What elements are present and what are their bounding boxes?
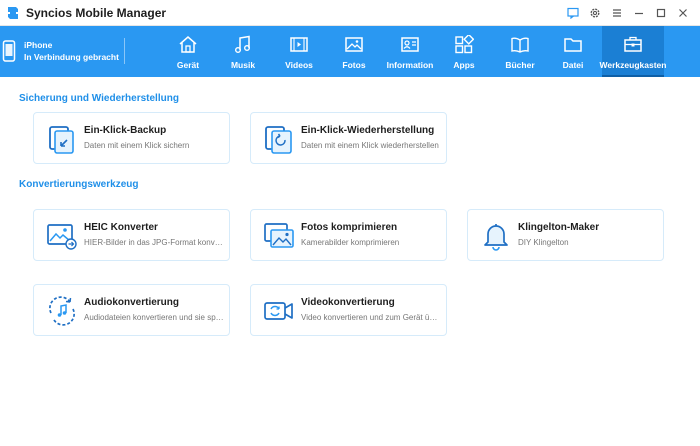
toolbox-icon <box>622 34 644 54</box>
backup-icon <box>49 126 74 154</box>
tab-label: Fotos <box>342 60 366 70</box>
card-audio-conversion[interactable]: Audiokonvertierung Audiodateien konverti… <box>33 284 230 336</box>
card-title: Klingelton-Maker <box>518 222 600 233</box>
video-convert-icon <box>264 302 293 320</box>
maximize-icon[interactable] <box>652 4 670 22</box>
tab-information[interactable]: Information <box>383 26 437 77</box>
menu-icon[interactable] <box>608 4 626 22</box>
syncios-logo-icon <box>8 7 18 19</box>
tab-fotos[interactable]: Fotos <box>331 26 377 77</box>
tab-label: Apps <box>453 60 475 70</box>
card-desc: HIER-Bilder in das JPG-Format konvertier… <box>84 238 224 247</box>
tab-label: Datei <box>562 60 584 70</box>
card-desc: Kamerabilder komprimieren <box>301 238 400 247</box>
close-icon[interactable] <box>674 4 692 22</box>
main-navbar: iPhone In Verbindung gebracht Gerät Musi… <box>0 26 700 77</box>
tab-label: Werkzeugkasten <box>599 60 667 70</box>
navbar-divider <box>124 38 125 64</box>
window-controls <box>564 4 692 22</box>
video-icon <box>288 34 310 54</box>
card-title: HEIC Konverter <box>84 222 158 233</box>
tab-label: Videos <box>285 60 313 70</box>
compress-photo-icon <box>264 223 294 248</box>
card-title: Videokonvertierung <box>301 297 395 308</box>
card-title: Fotos komprimieren <box>301 222 398 233</box>
device-status: In Verbindung gebracht <box>24 52 119 62</box>
tab-label: Information <box>386 60 434 70</box>
device-name: iPhone <box>24 40 53 50</box>
home-icon <box>177 34 199 54</box>
card-compress-photos[interactable]: Fotos komprimieren Kamerabilder komprimi… <box>250 209 447 261</box>
active-tab-indicator <box>602 75 664 77</box>
minimize-icon[interactable] <box>630 4 648 22</box>
audio-convert-icon <box>49 296 75 326</box>
tab-buecher[interactable]: Bücher <box>497 26 543 77</box>
tab-geraet[interactable]: Gerät <box>165 26 211 77</box>
tab-apps[interactable]: Apps <box>443 26 485 77</box>
card-one-click-restore[interactable]: Ein-Klick-Wiederherstellung Daten mit ei… <box>250 112 447 164</box>
tab-videos[interactable]: Videos <box>275 26 323 77</box>
tab-werkzeugkasten[interactable]: Werkzeugkasten <box>599 26 667 77</box>
card-ringtone-maker[interactable]: Klingelton-Maker DIY Klingelton <box>467 209 664 261</box>
card-title: Ein-Klick-Backup <box>84 125 167 136</box>
card-desc: Daten mit einem Klick sichern <box>84 141 190 150</box>
card-title: Audiokonvertierung <box>84 297 180 308</box>
card-heic-converter[interactable]: HEIC Konverter HIER-Bilder in das JPG-Fo… <box>33 209 230 261</box>
contact-card-icon <box>399 34 421 54</box>
tab-label: Gerät <box>176 60 200 70</box>
bell-icon <box>484 224 508 251</box>
folder-icon <box>562 34 584 54</box>
apps-icon <box>453 34 475 54</box>
settings-gear-icon[interactable] <box>586 4 604 22</box>
phone-icon <box>2 40 16 62</box>
card-one-click-backup[interactable]: Ein-Klick-Backup Daten mit einem Klick s… <box>33 112 230 164</box>
card-title: Ein-Klick-Wiederherstellung <box>301 125 435 136</box>
book-icon <box>509 34 531 54</box>
device-selector[interactable]: iPhone In Verbindung gebracht <box>0 26 126 77</box>
tab-musik[interactable]: Musik <box>219 26 267 77</box>
card-desc: DIY Klingelton <box>518 238 569 247</box>
tab-datei[interactable]: Datei <box>551 26 595 77</box>
title-bar: Syncios Mobile Manager <box>0 0 700 26</box>
restore-icon <box>265 126 292 154</box>
card-desc: Audiodateien konvertieren und sie speich… <box>84 313 224 322</box>
card-desc: Daten mit einem Klick wiederherstellen <box>301 141 439 150</box>
tab-label: Bücher <box>505 60 535 70</box>
tab-label: Musik <box>230 60 256 70</box>
app-title: Syncios Mobile Manager <box>26 6 167 20</box>
feedback-icon[interactable] <box>564 4 582 22</box>
heic-icon <box>47 224 77 250</box>
photo-icon <box>343 34 365 54</box>
section-title-convert: Konvertierungswerkzeug <box>19 179 139 190</box>
section-title-backup: Sicherung und Wiederherstellung <box>19 93 179 104</box>
card-video-conversion[interactable]: Videokonvertierung Video konvertieren un… <box>250 284 447 336</box>
music-icon <box>232 34 254 54</box>
card-desc: Video konvertieren und zum Gerät übertra… <box>301 313 441 322</box>
